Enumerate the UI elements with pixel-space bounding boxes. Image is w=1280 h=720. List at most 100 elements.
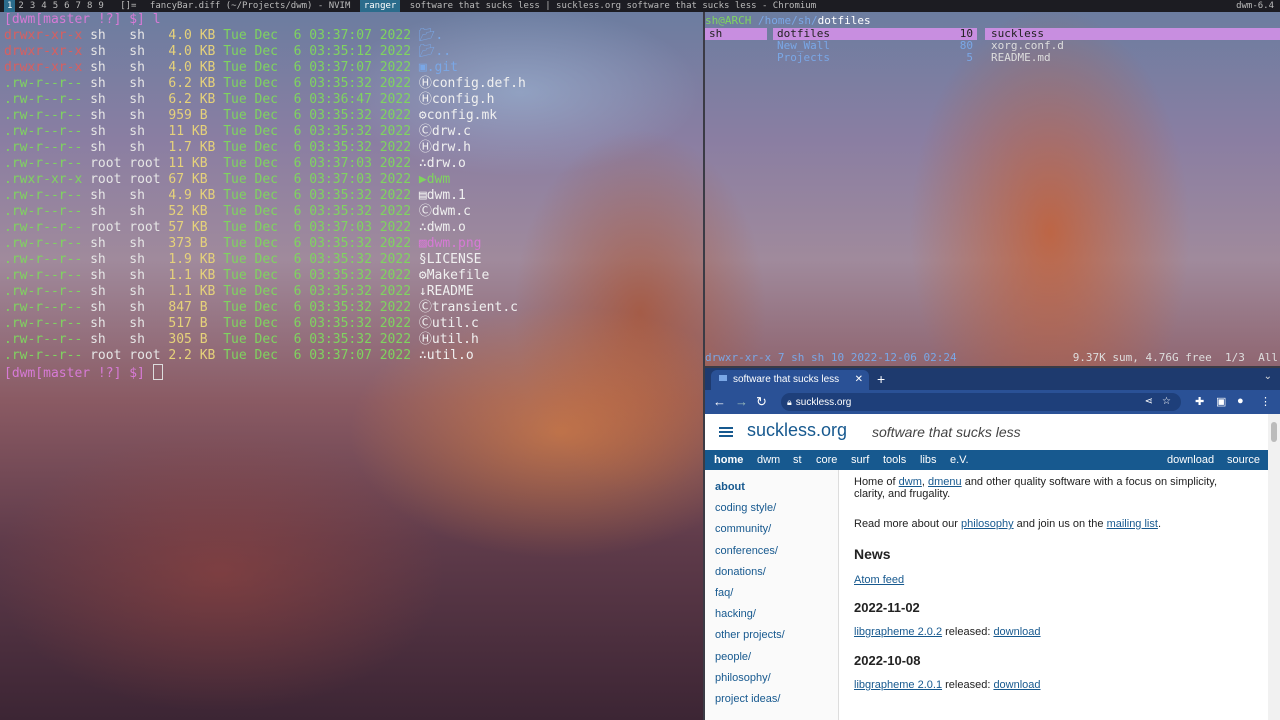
file-name: drw.h — [431, 140, 472, 155]
permissions: drwxr-xr-x — [4, 28, 83, 43]
menu-download[interactable]: download — [1167, 450, 1214, 470]
terminal-window[interactable]: [dwm[master !?] $] l drwxr-xr-x sh sh 4.… — [0, 12, 703, 720]
permissions: .rw-r--r-- — [4, 316, 83, 331]
sidebar-link-hacking[interactable]: hacking/ — [715, 608, 756, 620]
link-mailing-list[interactable]: mailing list — [1107, 518, 1158, 530]
tag-9[interactable]: 9 — [95, 0, 106, 12]
menu-surf[interactable]: surf — [851, 450, 869, 470]
tag-1[interactable]: 1 — [4, 0, 16, 12]
file-type-icon: ↓ — [418, 284, 427, 299]
ranger-path: sh@ARCH /home/sh/dotfiles — [705, 14, 871, 27]
file-name: config.def.h — [431, 76, 526, 91]
link-news-package[interactable]: libgrapheme 2.0.2 — [854, 626, 942, 638]
group: sh — [129, 204, 145, 219]
sidebar-link-philosophy[interactable]: philosophy/ — [715, 672, 771, 684]
profile-icon[interactable]: ● — [1237, 395, 1244, 407]
tag-3[interactable]: 3 — [27, 0, 38, 12]
menu-home[interactable]: home — [714, 450, 743, 470]
window-title-nvim[interactable]: fancyBar.diff (~/Projects/dwm) - NVIM — [146, 0, 354, 12]
file-name: .. — [435, 44, 452, 59]
group: sh — [129, 108, 145, 123]
file-size: 4.0 KB — [168, 60, 216, 75]
forward-icon[interactable]: → — [735, 394, 748, 410]
link-atom-feed[interactable]: Atom feed — [854, 574, 904, 586]
tab-search-chevron-icon[interactable]: ⌄ — [1264, 371, 1272, 382]
menu-source[interactable]: source — [1227, 450, 1260, 470]
ls-entry: .rw-r--r-- sh sh 6.2 KB Tue Dec 6 03:36:… — [0, 92, 703, 108]
browser-tab[interactable]: software that sucks less ✕ — [711, 370, 869, 390]
link-news-package[interactable]: libgrapheme 2.0.1 — [854, 679, 942, 691]
tag-list: 123456789 — [0, 0, 111, 12]
menu-kebab-icon[interactable]: ⋮ — [1260, 395, 1271, 408]
news-date: 2022-10-08 — [854, 653, 921, 668]
owner: sh — [90, 300, 106, 315]
sidebar-link-codingstyle[interactable]: coding style/ — [715, 502, 776, 514]
modified-date: Tue Dec 6 03:35:32 2022 — [223, 332, 412, 347]
file-type-icon: Ⓗ — [418, 92, 432, 107]
sidebar-link-otherprojects[interactable]: other projects/ — [715, 629, 785, 641]
file-type-icon: ⚙ — [418, 268, 427, 283]
menu-ev[interactable]: e.V. — [950, 450, 969, 470]
menu-st[interactable]: st — [793, 450, 802, 470]
tag-6[interactable]: 6 — [61, 0, 72, 12]
menu-libs[interactable]: libs — [920, 450, 937, 470]
hamburger-icon[interactable] — [719, 427, 733, 429]
file-type-icon: Ⓒ — [418, 124, 432, 139]
site-name[interactable]: suckless.org — [747, 420, 847, 441]
ranger-dir-item[interactable]: Projects 5 — [773, 52, 977, 64]
ranger-preview-item[interactable]: README.md — [985, 52, 1280, 64]
file-size: 4.0 KB — [168, 28, 216, 43]
file-name: Makefile — [426, 268, 490, 283]
browser-toolbar: ← → ↻ 🔒︎ suckless.org ⋖ ☆ ✚ ▣ ● ⋮ — [705, 390, 1280, 414]
sidebar-link-community[interactable]: community/ — [715, 523, 771, 535]
permissions: .rw-r--r-- — [4, 140, 83, 155]
link-news-download[interactable]: download — [993, 679, 1040, 691]
reload-icon[interactable]: ↻ — [756, 394, 767, 410]
menu-dwm[interactable]: dwm — [757, 450, 780, 470]
group: sh — [129, 44, 145, 59]
file-size: 1.9 KB — [168, 252, 216, 267]
ranger-parent-item[interactable]: sh — [705, 28, 767, 40]
tag-8[interactable]: 8 — [84, 0, 95, 12]
owner: root — [90, 348, 122, 363]
scrollbar-thumb[interactable] — [1271, 422, 1277, 442]
extensions-icon[interactable]: ✚ — [1195, 395, 1204, 408]
tag-5[interactable]: 5 — [50, 0, 61, 12]
tag-7[interactable]: 7 — [73, 0, 84, 12]
address-bar[interactable]: 🔒︎ suckless.org ⋖ ☆ — [781, 393, 1181, 411]
owner: sh — [90, 76, 106, 91]
layout-symbol[interactable]: []= — [116, 0, 140, 12]
link-philosophy[interactable]: philosophy — [961, 518, 1014, 530]
tag-2[interactable]: 2 — [15, 0, 26, 12]
back-icon[interactable]: ← — [713, 394, 726, 410]
menu-core[interactable]: core — [816, 450, 837, 470]
sidebar-link-people[interactable]: people/ — [715, 651, 751, 663]
close-tab-icon[interactable]: ✕ — [855, 370, 863, 390]
window-title-chromium[interactable]: software that sucks less | suckless.org … — [406, 0, 820, 12]
bookmark-star-icon[interactable]: ☆ — [1162, 393, 1171, 411]
link-dmenu[interactable]: dmenu — [928, 476, 962, 488]
window-title-ranger[interactable]: ranger — [359, 0, 401, 12]
sidebar-link-about[interactable]: about — [715, 481, 745, 493]
new-tab-button[interactable]: + — [877, 370, 885, 388]
sidebar-link-faq[interactable]: faq/ — [715, 587, 733, 599]
sidebar-link-donations[interactable]: donations/ — [715, 566, 766, 578]
sidebar-link-projectideas[interactable]: project ideas/ — [715, 693, 780, 705]
link-news-download[interactable]: download — [993, 626, 1040, 638]
sidebar-link-conferences[interactable]: conferences/ — [715, 545, 778, 557]
tag-4[interactable]: 4 — [38, 0, 49, 12]
file-name: util.h — [431, 332, 479, 347]
site-sidebar: about coding style/community/conferences/… — [705, 470, 839, 720]
ranger-window[interactable]: sh@ARCH /home/sh/dotfiles sh dotfiles 10 N… — [705, 12, 1280, 367]
owner: sh — [90, 92, 106, 107]
permissions: drwxr-xr-x — [4, 44, 83, 59]
link-dwm[interactable]: dwm — [899, 476, 922, 488]
favicon-icon — [719, 375, 727, 381]
side-panel-icon[interactable]: ▣ — [1216, 395, 1226, 408]
menu-tools[interactable]: tools — [883, 450, 906, 470]
share-icon[interactable]: ⋖ — [1145, 393, 1153, 411]
page-scrollbar[interactable] — [1268, 414, 1280, 720]
prompt-line-current[interactable]: [dwm[master !?] $] — [0, 364, 703, 381]
permissions: .rw-r--r-- — [4, 108, 83, 123]
file-name: dwm.c — [431, 204, 472, 219]
